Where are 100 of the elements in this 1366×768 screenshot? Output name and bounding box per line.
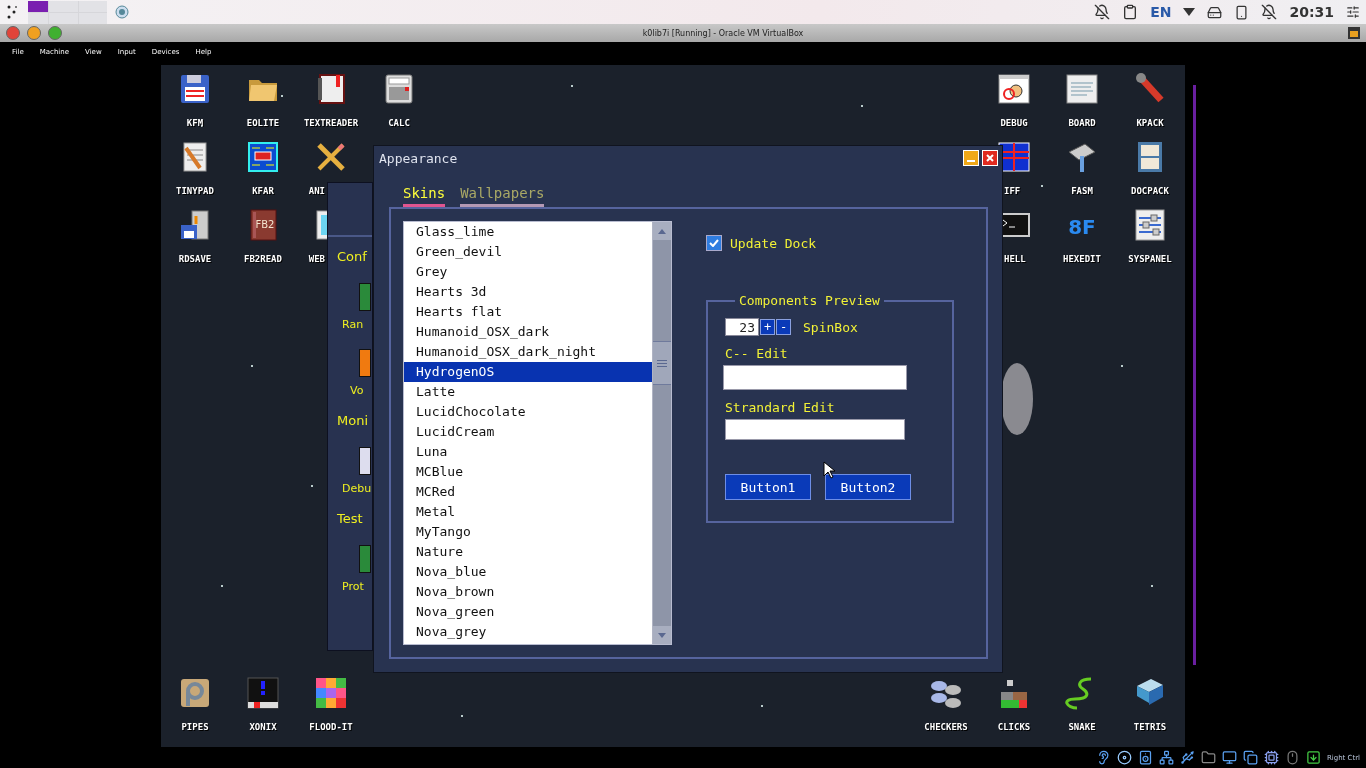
icon-label[interactable]: CALC — [388, 118, 410, 128]
icon-label[interactable]: XONIX — [249, 722, 277, 732]
icon-label[interactable]: TEXTREADER — [303, 118, 359, 128]
copy-icon[interactable] — [1242, 750, 1258, 765]
minimize-button[interactable] — [27, 26, 41, 40]
workspace-cell[interactable] — [79, 12, 107, 24]
workspace-cell[interactable] — [28, 0, 48, 12]
list-item[interactable]: MyTango — [404, 522, 652, 542]
item-label[interactable]: Ran — [328, 315, 364, 335]
list-item[interactable]: Green_devil — [404, 242, 652, 262]
list-item[interactable]: LucidCream — [404, 422, 652, 442]
list-item[interactable]: Nova_green — [404, 602, 652, 622]
scroll-thumb[interactable] — [653, 341, 671, 385]
workspace-cell[interactable] — [79, 0, 107, 12]
list-item[interactable]: Grey — [404, 262, 652, 282]
spin-field[interactable]: 23 — [725, 318, 759, 336]
disc-icon[interactable] — [1116, 750, 1132, 765]
icon-label[interactable]: TETRIS — [1133, 722, 1167, 732]
icon-label[interactable]: RDSAVE — [178, 254, 212, 264]
network-icon[interactable] — [1158, 750, 1174, 765]
icon-label[interactable]: PIPES — [181, 722, 209, 732]
mouse-icon[interactable] — [1284, 750, 1300, 765]
monitor-icon[interactable] — [1221, 750, 1237, 765]
section-heading: Moni — [336, 412, 370, 430]
clipboard-icon[interactable] — [1122, 4, 1139, 20]
checkbox[interactable] — [706, 235, 722, 251]
icon-label[interactable]: TINYPAD — [176, 186, 214, 196]
icon-label[interactable]: ANI — [308, 186, 325, 196]
icon-label[interactable]: BOARD — [1068, 118, 1096, 128]
list-item[interactable]: Humanoid_OSX_dark — [404, 322, 652, 342]
list-item[interactable]: Nova_brown — [404, 582, 652, 602]
icon-label[interactable]: FLOOD-IT — [309, 722, 353, 732]
icon-label[interactable]: CHECKERS — [924, 722, 968, 732]
workspace-cell[interactable] — [49, 12, 78, 24]
list-item[interactable]: Nova_blue — [404, 562, 652, 582]
icon-label[interactable]: KFM — [186, 118, 204, 128]
icon-label[interactable]: WEB — [308, 254, 325, 264]
phone-icon[interactable] — [1234, 4, 1250, 20]
drive-icon[interactable] — [1207, 4, 1223, 20]
icon-label[interactable]: SYSPANEL — [1128, 254, 1172, 264]
list-item[interactable]: HydrogenOS — [404, 362, 652, 382]
list-item[interactable]: MCBlue — [404, 462, 652, 482]
scroll-down-button[interactable] — [653, 626, 671, 644]
icon-label[interactable]: EOLITE — [246, 118, 280, 128]
dropdown-icon[interactable] — [1183, 8, 1196, 16]
list-item[interactable]: Nova_grey — [404, 622, 652, 642]
sliders-icon[interactable] — [1346, 5, 1360, 19]
list-item[interactable]: MCRed — [404, 482, 652, 502]
chip-icon[interactable] — [359, 349, 371, 377]
push-button[interactable]: Button2 — [825, 474, 911, 500]
workspace-cell[interactable] — [49, 0, 78, 12]
tab[interactable]: Skins — [403, 183, 446, 207]
icon-label[interactable]: DEBUG — [1000, 118, 1028, 128]
chip-icon[interactable] — [359, 447, 371, 475]
list-item[interactable]: Humanoid_OSX_dark_night — [404, 342, 652, 362]
list-item[interactable]: Hearts flat — [404, 302, 652, 322]
list-item[interactable]: Nature — [404, 542, 652, 562]
item-label[interactable]: Prot — [328, 577, 364, 597]
list-item[interactable]: Hearts 3d — [404, 282, 652, 302]
item-label[interactable]: Debu — [328, 479, 372, 499]
bell-off-icon[interactable] — [1094, 4, 1111, 20]
usb-icon[interactable] — [1179, 750, 1195, 765]
scrollbar[interactable] — [652, 222, 671, 644]
download-icon[interactable] — [1305, 750, 1321, 765]
icon-label[interactable]: KFAR — [252, 186, 274, 196]
icon-label[interactable]: HEXEDIT — [1063, 254, 1101, 264]
icon-label[interactable]: SNAKE — [1068, 722, 1096, 732]
scroll-up-button[interactable] — [653, 222, 671, 240]
list-item[interactable]: Metal — [404, 502, 652, 522]
icon-label[interactable]: FASM — [1071, 186, 1093, 196]
bell-off-icon[interactable] — [1261, 4, 1278, 20]
clock[interactable]: 20:31 — [1289, 4, 1334, 20]
list-item[interactable]: Latte — [404, 382, 652, 402]
icon-label[interactable]: HELL — [1004, 254, 1026, 264]
item-label[interactable]: Vo — [328, 381, 364, 401]
input-field[interactable] — [723, 365, 907, 390]
spin-button[interactable]: - — [776, 319, 791, 335]
list-item[interactable]: Glass_lime — [404, 222, 652, 242]
speaker-icon[interactable] — [1137, 750, 1153, 765]
folder-icon[interactable] — [1200, 750, 1216, 765]
language-indicator[interactable]: EN — [1150, 4, 1172, 20]
workspace-pager[interactable] — [28, 0, 107, 24]
icon-label[interactable]: CLICKS — [997, 722, 1031, 732]
icon-label[interactable]: FB2READ — [244, 254, 282, 264]
dots-icon[interactable] — [6, 4, 20, 20]
input-field[interactable] — [725, 419, 905, 440]
list-item[interactable]: Luna — [404, 442, 652, 462]
icon-label[interactable]: DOCPACK — [1131, 186, 1169, 196]
push-button[interactable]: Button1 — [725, 474, 811, 500]
spin-button[interactable]: + — [760, 319, 775, 335]
chip-icon[interactable] — [1263, 750, 1279, 765]
checkbox-label[interactable]: Update Dock — [730, 235, 817, 251]
icon-label[interactable]: IFF — [1004, 186, 1021, 196]
maximize-button[interactable] — [48, 26, 62, 40]
tab[interactable]: Wallpapers — [460, 183, 545, 207]
close-button[interactable] — [6, 26, 20, 40]
circle-icon[interactable] — [115, 5, 129, 19]
workspace-cell[interactable] — [28, 12, 48, 24]
list-item[interactable]: LucidChocolate — [404, 402, 652, 422]
icon-label[interactable]: KPACK — [1136, 118, 1164, 128]
